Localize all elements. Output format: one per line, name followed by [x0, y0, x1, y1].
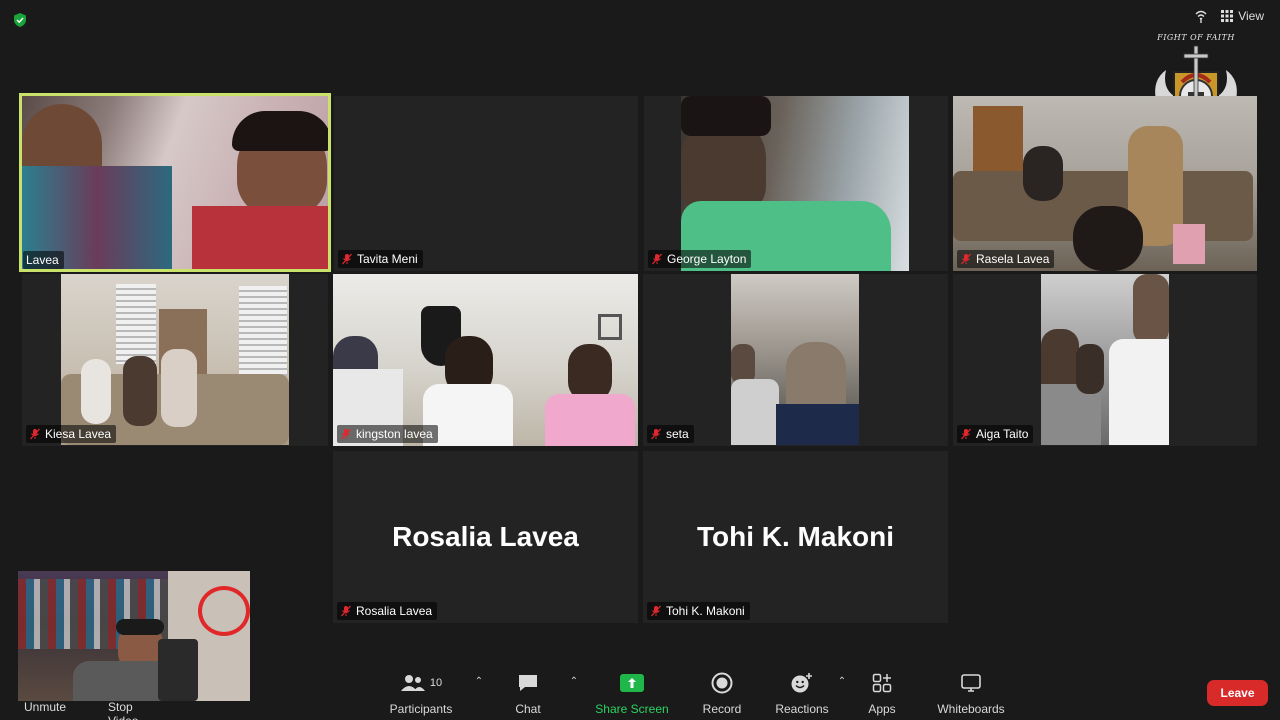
- connection-icon[interactable]: [1193, 8, 1209, 24]
- reactions-label: Reactions: [775, 702, 829, 716]
- participant-tile-george-layton[interactable]: George Layton: [644, 96, 948, 271]
- participant-tile-rosalia-lavea[interactable]: Rosalia Lavea Rosalia Lavea: [333, 451, 638, 623]
- participant-tile-aiga-taito[interactable]: Aiga Taito: [953, 274, 1257, 446]
- video-feed: [953, 96, 1257, 271]
- participant-name-tag: Rosalia Lavea: [337, 602, 438, 620]
- participant-name: Aiga Taito: [976, 427, 1029, 441]
- chat-label: Chat: [515, 702, 541, 716]
- video-feed: [61, 274, 289, 445]
- participants-label: Participants: [389, 702, 453, 716]
- participant-name-tag: Kiesa Lavea: [26, 425, 117, 443]
- whiteboards-button[interactable]: Whiteboards: [916, 668, 1026, 716]
- participant-tile-kingston-lavea[interactable]: kingston lavea: [333, 274, 638, 446]
- record-icon: [711, 672, 733, 694]
- mic-muted-icon: [29, 428, 41, 440]
- meeting-window: View FIGHT OF FAITH Lavea Tavita Meni Ge…: [0, 0, 1280, 720]
- mic-muted-icon: [651, 253, 663, 265]
- view-button[interactable]: View: [1221, 9, 1264, 23]
- participants-icon: [400, 675, 425, 691]
- record-button[interactable]: Record: [684, 668, 760, 716]
- video-feed: [18, 571, 250, 701]
- share-screen-icon: [620, 674, 644, 692]
- mic-muted-icon: [960, 253, 972, 265]
- reactions-options-button[interactable]: ⌃: [836, 668, 848, 687]
- participant-name: George Layton: [667, 252, 747, 266]
- meeting-toolbar: 10 Participants ⌃ Chat ⌃ Share Screen Re…: [372, 668, 1026, 716]
- chevron-up-icon: ⌃: [569, 676, 579, 687]
- mic-muted-icon: [340, 428, 352, 440]
- apps-button[interactable]: Apps: [848, 668, 916, 716]
- video-feed: [731, 274, 859, 445]
- participant-tile-lavea[interactable]: Lavea: [19, 93, 331, 272]
- participants-button[interactable]: 10 Participants: [372, 668, 470, 716]
- share-screen-label: Share Screen: [595, 702, 669, 716]
- chevron-up-icon: ⌃: [474, 676, 484, 687]
- mic-muted-icon: [650, 605, 662, 617]
- participant-tile-tohi-k-makoni[interactable]: Tohi K. Makoni Tohi K. Makoni: [643, 451, 948, 623]
- chat-button[interactable]: Chat: [488, 668, 568, 716]
- participant-name-tag: Rasela Lavea: [957, 250, 1055, 268]
- participant-name: Lavea: [26, 253, 59, 267]
- whiteboards-label: Whiteboards: [937, 702, 1005, 716]
- chat-icon: [519, 675, 537, 691]
- encryption-shield-icon[interactable]: [12, 12, 28, 28]
- participants-options-button[interactable]: ⌃: [470, 668, 488, 687]
- view-label: View: [1238, 9, 1264, 23]
- participant-name-tag: Tavita Meni: [338, 250, 423, 268]
- stop-video-button[interactable]: Stop Video: [108, 700, 138, 720]
- participant-name: kingston lavea: [356, 427, 433, 441]
- participant-name-tag: George Layton: [648, 250, 752, 268]
- video-feed: [333, 274, 638, 446]
- whiteboard-icon: [961, 674, 981, 692]
- chat-options-button[interactable]: ⌃: [568, 668, 580, 687]
- participant-name-tag: kingston lavea: [337, 425, 438, 443]
- participant-name: Rosalia Lavea: [356, 604, 433, 618]
- participant-tile-rasela-lavea[interactable]: Rasela Lavea: [953, 96, 1257, 271]
- participant-name: Kiesa Lavea: [45, 427, 112, 441]
- unmute-button[interactable]: Unmute: [24, 700, 66, 714]
- grid-view-icon: [1221, 10, 1234, 22]
- record-label: Record: [702, 702, 742, 716]
- mic-muted-icon: [650, 428, 662, 440]
- participant-name: Tavita Meni: [357, 252, 418, 266]
- participant-big-name: Tohi K. Makoni: [696, 521, 895, 552]
- video-feed: [1041, 274, 1169, 445]
- participant-name-tag: Lavea: [23, 251, 64, 269]
- apps-label: Apps: [868, 702, 896, 716]
- participant-tile-kiesa-lavea[interactable]: Kiesa Lavea: [22, 274, 328, 446]
- reactions-icon: [791, 673, 812, 693]
- participant-name: Tohi K. Makoni: [666, 604, 745, 618]
- video-feed: [22, 96, 328, 269]
- video-feed: [681, 96, 909, 271]
- participant-tile-seta[interactable]: seta: [643, 274, 948, 446]
- participant-name-tag: seta: [647, 425, 694, 443]
- participant-name-tag: Aiga Taito: [957, 425, 1034, 443]
- participant-big-name: Rosalia Lavea: [392, 521, 579, 552]
- mic-muted-icon: [340, 605, 352, 617]
- reactions-button[interactable]: Reactions: [760, 668, 844, 716]
- participant-tile-tavita-meni[interactable]: Tavita Meni: [334, 96, 638, 271]
- participant-name: Rasela Lavea: [976, 252, 1050, 266]
- share-screen-button[interactable]: Share Screen: [580, 668, 684, 716]
- participants-count: 10: [429, 677, 443, 689]
- chevron-up-icon: ⌃: [837, 676, 847, 687]
- participant-name-tag: Tohi K. Makoni: [647, 602, 750, 620]
- mic-muted-icon: [960, 428, 972, 440]
- leave-button[interactable]: Leave: [1207, 680, 1268, 706]
- top-right-controls: View: [1193, 8, 1264, 24]
- self-view-video[interactable]: [18, 571, 250, 701]
- participant-name: seta: [666, 427, 689, 441]
- mic-muted-icon: [341, 253, 353, 265]
- logo-text: FIGHT OF FAITH: [1157, 33, 1235, 42]
- apps-icon: [872, 673, 892, 693]
